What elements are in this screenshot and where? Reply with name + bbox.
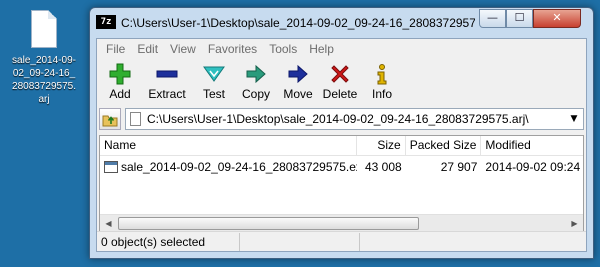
add-label: Add [109,87,131,101]
minus-icon [156,70,178,78]
close-button[interactable]: ✕ [533,9,581,28]
status-panel-3 [360,233,586,251]
scroll-thumb[interactable] [118,216,419,230]
add-button[interactable]: Add [99,58,141,101]
minimize-button[interactable]: — [479,9,506,28]
column-header-packed-size[interactable]: Packed Size [406,136,482,155]
scroll-left-icon[interactable]: ◀ [100,215,117,232]
window-title: C:\Users\User-1\Desktop\sale_2014-09-02_… [121,16,475,30]
status-bar: 0 object(s) selected [97,231,586,251]
title-bar[interactable]: 7z C:\Users\User-1\Desktop\sale_2014-09-… [90,8,593,38]
menu-bar: File Edit View Favorites Tools Help [97,39,586,58]
horizontal-scrollbar[interactable]: ◀ ▶ [100,214,583,231]
copy-label: Copy [241,87,270,101]
maximize-button[interactable]: ☐ [506,9,533,28]
executable-icon [104,160,118,173]
check-icon [203,66,225,82]
move-label: Move [283,87,313,101]
info-button[interactable]: Info [361,58,403,101]
info-icon [377,64,387,85]
delete-button[interactable]: Delete [319,58,361,101]
move-arrow-icon [288,64,308,84]
file-modified-cell: 2014-09-02 09:24 [485,159,581,174]
delete-x-icon [331,65,349,83]
desktop-file-icon[interactable]: sale_2014-09- 02_09-24-16_ 28083729575. … [4,10,84,106]
desktop-file-label: sale_2014-09- 02_09-24-16_ 28083729575. … [12,55,76,105]
info-label: Info [371,87,392,101]
menu-view[interactable]: View [164,42,202,56]
file-doc-icon [130,112,141,126]
file-name-cell: sale_2014-09-02_09-24-16_28083729575.exe [100,158,357,177]
file-name: sale_2014-09-02_09-24-16_28083729575.exe [121,159,357,174]
menu-edit[interactable]: Edit [131,42,164,56]
window-client-area: File Edit View Favorites Tools Help Add … [96,38,587,252]
extract-label: Extract [148,87,186,101]
document-icon [31,10,57,48]
file-list: Name Size Packed Size Modified sale_2014… [99,135,584,232]
scroll-track[interactable] [117,215,566,232]
scroll-right-icon[interactable]: ▶ [566,215,583,232]
plus-icon [109,63,131,85]
toolbar: Add Extract Test Copy Move Delete Info [97,58,586,106]
delete-label: Delete [322,87,358,101]
column-header-size[interactable]: Size [357,136,406,155]
address-field[interactable]: C:\Users\User-1\Desktop\sale_2014-09-02_… [125,108,584,130]
column-header-name[interactable]: Name [100,136,357,155]
chevron-down-icon[interactable]: ▼ [567,111,581,127]
copy-button[interactable]: Copy [235,58,277,101]
list-item[interactable]: sale_2014-09-02_09-24-16_28083729575.exe… [100,157,583,177]
menu-favorites[interactable]: Favorites [202,42,263,56]
list-header: Name Size Packed Size Modified [100,136,583,156]
test-label: Test [202,87,225,101]
address-path: C:\Users\User-1\Desktop\sale_2014-09-02_… [147,112,529,126]
menu-file[interactable]: File [100,42,131,56]
status-panel-2 [240,232,360,251]
file-size-cell: 43 008 [365,159,402,174]
archive-window: 7z C:\Users\User-1\Desktop\sale_2014-09-… [89,7,594,259]
address-bar: C:\Users\User-1\Desktop\sale_2014-09-02_… [97,106,586,132]
copy-arrow-icon [246,64,266,84]
status-selection: 0 object(s) selected [97,232,240,251]
extract-button[interactable]: Extract [141,58,193,101]
test-button[interactable]: Test [193,58,235,101]
column-header-modified[interactable]: Modified [481,136,583,155]
up-folder-button[interactable] [99,108,121,130]
file-packed-size-cell: 27 907 [440,159,478,174]
7zip-app-icon: 7z [96,15,116,29]
menu-tools[interactable]: Tools [263,42,303,56]
up-folder-icon [102,115,118,127]
move-button[interactable]: Move [277,58,319,101]
menu-help[interactable]: Help [303,42,340,56]
